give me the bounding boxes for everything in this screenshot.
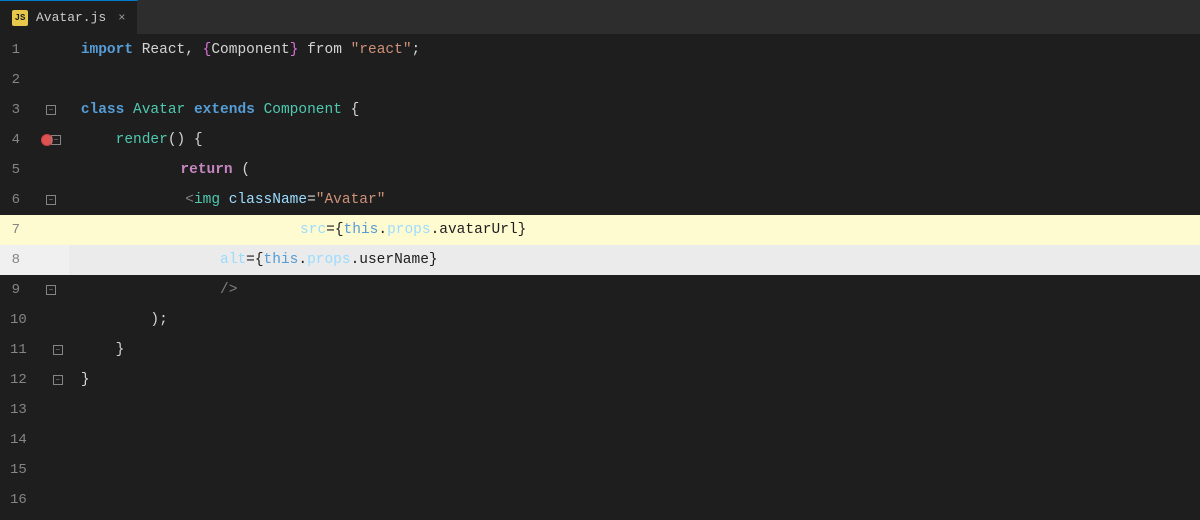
code-line-2-content [77, 65, 81, 95]
gutter-cell-7 [40, 215, 62, 245]
table-row: 5 [0, 155, 69, 185]
table-row: 4 − [0, 125, 69, 155]
table-row: 10 [0, 305, 69, 335]
code-line-1: import React, { Component } from "react"… [69, 35, 1200, 65]
code-line-6: < img className = "Avatar" [69, 185, 1200, 215]
fold-icon-4[interactable]: − [51, 135, 61, 145]
code-line-3-content: class Avatar extends Component { [77, 95, 360, 125]
tab-close-button[interactable]: × [118, 11, 125, 25]
table-row: 1 [0, 35, 69, 65]
table-row: 14 [0, 425, 69, 455]
line-number-gutter: 1 2 3 − 4 − [0, 35, 69, 520]
table-row: 16 [0, 485, 69, 515]
gutter-cell-10 [47, 305, 69, 335]
gutter-cell-13 [47, 395, 69, 425]
code-line-3: class Avatar extends Component { [69, 95, 1200, 125]
code-area: 1 2 3 − 4 − [0, 35, 1200, 520]
code-line-5-content: return ( [77, 155, 250, 185]
code-line-9-content: /> [77, 275, 238, 305]
code-line-8: alt ={ this . props . userName } [69, 245, 1200, 275]
fold-icon-6[interactable]: − [46, 195, 56, 205]
table-row: 2 [0, 65, 69, 95]
line-number-13: 13 [0, 395, 47, 425]
tab-label: Avatar.js [36, 10, 106, 25]
code-line-13-content [77, 395, 81, 425]
code-line-10: ); [69, 305, 1200, 335]
code-line-9: /> [69, 275, 1200, 305]
gutter-cell-1 [40, 35, 62, 65]
table-row: 11 − [0, 335, 69, 365]
code-line-13 [69, 395, 1200, 425]
line-number-9: 9 [0, 275, 40, 305]
table-row: 9 − [0, 275, 69, 305]
gutter-cell-6[interactable]: − [40, 185, 62, 215]
table-row: 15 [0, 455, 69, 485]
gutter-cell-3[interactable]: − [40, 95, 62, 125]
js-file-icon: JS [12, 10, 28, 26]
line-number-1: 1 [0, 35, 40, 65]
gutter-cell-9[interactable]: − [40, 275, 62, 305]
gutter-cell-11[interactable]: − [47, 335, 69, 365]
code-line-15-content [77, 455, 81, 485]
table-row: 3 − [0, 95, 69, 125]
code-editor[interactable]: import React, { Component } from "react"… [69, 35, 1200, 520]
code-line-11-content: } [77, 335, 125, 365]
code-line-14-content [77, 425, 81, 455]
gutter-cell-16 [47, 485, 69, 515]
gutter-cell-5 [40, 155, 62, 185]
line-number-7: 7 [0, 215, 40, 245]
line-number-12: 12 [0, 365, 47, 395]
code-line-14 [69, 425, 1200, 455]
table-row: 13 [0, 395, 69, 425]
line-number-6: 6 [0, 185, 40, 215]
code-line-15 [69, 455, 1200, 485]
code-line-7: src ={ this . props . avatarUrl } [69, 215, 1200, 245]
gutter-cell-2 [40, 65, 62, 95]
line-number-2: 2 [0, 65, 40, 95]
code-line-16-content [77, 485, 81, 515]
fold-icon-11[interactable]: − [53, 345, 63, 355]
code-line-6-content: < img className = "Avatar" [77, 185, 386, 215]
code-line-1-content: import React, { Component } from "react"… [77, 35, 420, 65]
table-row: 7 [0, 215, 69, 245]
code-line-16 [69, 485, 1200, 515]
line-number-10: 10 [0, 305, 47, 335]
gutter-cell-8 [40, 245, 62, 275]
line-number-14: 14 [0, 425, 47, 455]
table-row: 8 [0, 245, 69, 275]
line-number-4: 4 [0, 125, 40, 155]
code-line-10-content: ); [77, 305, 168, 335]
tab-avatar-js[interactable]: JS Avatar.js × [0, 0, 138, 34]
line-number-16: 16 [0, 485, 47, 515]
code-line-5: return ( [69, 155, 1200, 185]
fold-icon-3[interactable]: − [46, 105, 56, 115]
fold-icon-12[interactable]: − [53, 375, 63, 385]
code-line-12-content: } [77, 365, 90, 395]
tab-bar: JS Avatar.js × [0, 0, 1200, 35]
code-line-8-content: alt ={ this . props . userName } [77, 245, 438, 275]
code-line-11: } [69, 335, 1200, 365]
gutter-cell-12[interactable]: − [47, 365, 69, 395]
code-line-7-content: src ={ this . props . avatarUrl } [77, 215, 527, 245]
line-number-5: 5 [0, 155, 40, 185]
editor-container: JS Avatar.js × 1 2 3 − [0, 0, 1200, 520]
code-line-4: ➤ render () { [69, 125, 1200, 155]
gutter-cell-14 [47, 425, 69, 455]
keyword-import: import [81, 42, 133, 58]
gutter-cell-15 [47, 455, 69, 485]
gutter-cell-4: − [40, 125, 62, 155]
table-row: 6 − [0, 185, 69, 215]
line-number-15: 15 [0, 455, 47, 485]
line-number-8: 8 [0, 245, 40, 275]
code-line-2 [69, 65, 1200, 95]
code-line-4-content: render () { [77, 125, 203, 155]
table-row: 12 − [0, 365, 69, 395]
fold-icon-9[interactable]: − [46, 285, 56, 295]
line-number-3: 3 [0, 95, 40, 125]
code-line-12: } [69, 365, 1200, 395]
line-number-11: 11 [0, 335, 47, 365]
